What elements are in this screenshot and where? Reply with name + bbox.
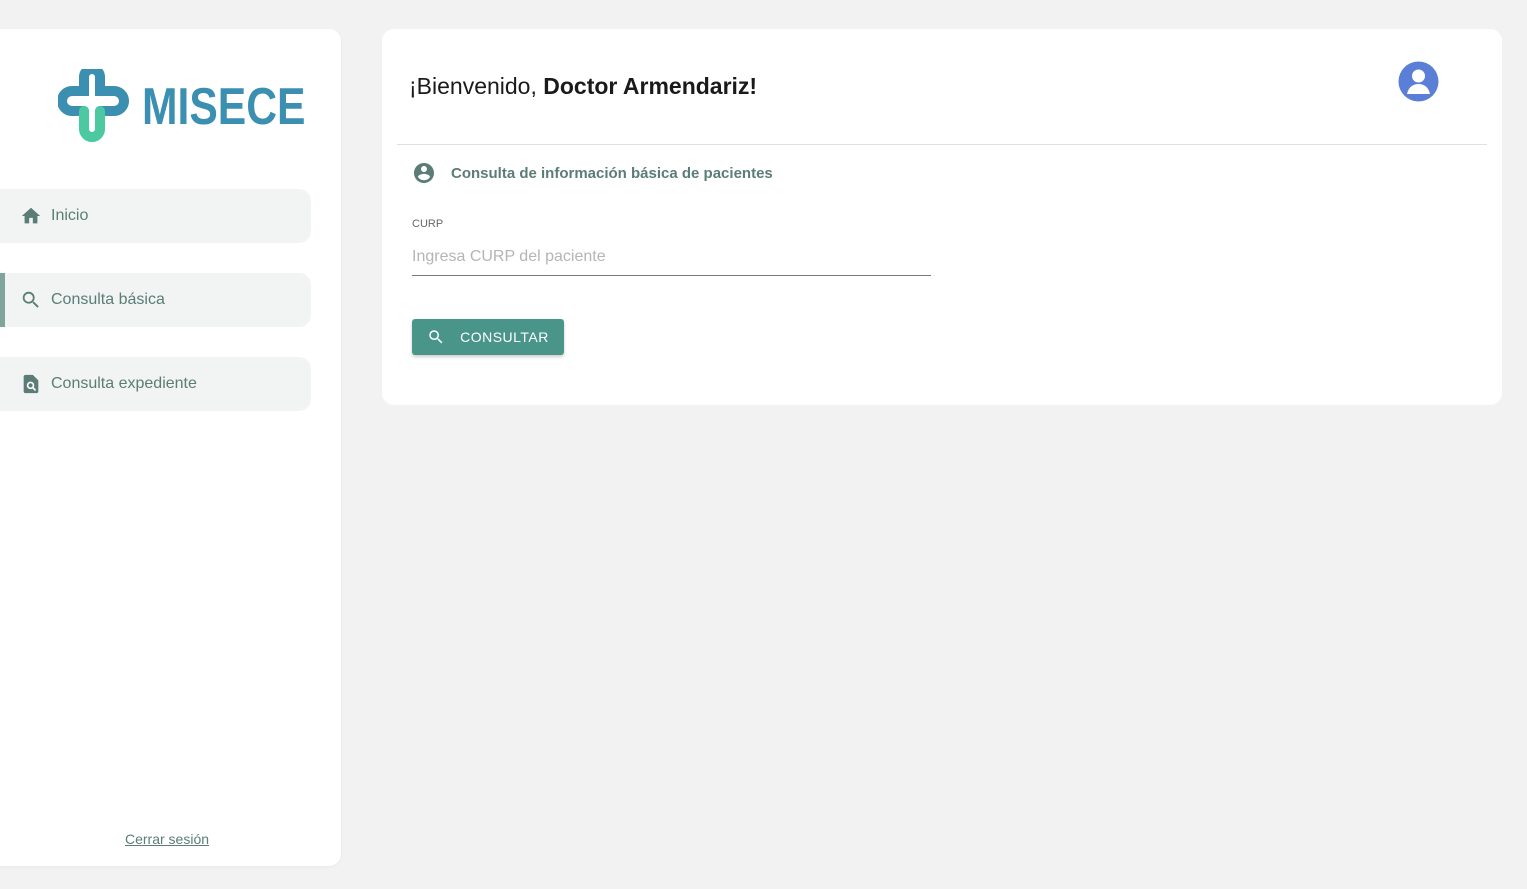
sidebar-item-label: Inicio [51,207,89,224]
cross-logo-icon [58,69,129,142]
header-divider [397,144,1487,145]
user-name: Doctor Armendariz! [543,73,758,99]
brand-logo: MISECE [58,69,341,145]
search-icon [427,328,445,346]
sidebar-item-consulta-expediente[interactable]: Consulta expediente [0,357,311,411]
main-panel: ¡Bienvenido, Doctor Armendariz! Consulta… [382,29,1502,405]
user-avatar-icon [1398,61,1439,102]
welcome-heading: ¡Bienvenido, Doctor Armendariz! [409,73,757,100]
search-icon [20,289,42,311]
document-search-icon [20,373,42,395]
avatar[interactable] [1398,61,1439,102]
logout-link[interactable]: Cerrar sesión [125,831,209,847]
home-icon [20,205,42,227]
curp-label: CURP [412,218,444,230]
section-title: Consulta de información básica de pacien… [451,164,773,182]
consultar-button-label: CONSULTAR [460,329,549,345]
sidebar-item-label: Consulta expediente [51,375,197,392]
consultar-button[interactable]: CONSULTAR [412,319,564,355]
sidebar-item-consulta-basica[interactable]: Consulta básica [0,273,311,327]
greeting-text: ¡Bienvenido, [409,73,544,99]
section-header: Consulta de información básica de pacien… [412,161,773,185]
account-circle-icon [412,161,436,185]
sidebar-item-inicio[interactable]: Inicio [0,189,311,243]
sidebar: MISECE Inicio Consulta básica Consulta e… [0,29,341,866]
curp-input[interactable] [412,239,931,276]
brand-name: MISECE [142,78,306,136]
sidebar-item-label: Consulta básica [51,291,165,308]
